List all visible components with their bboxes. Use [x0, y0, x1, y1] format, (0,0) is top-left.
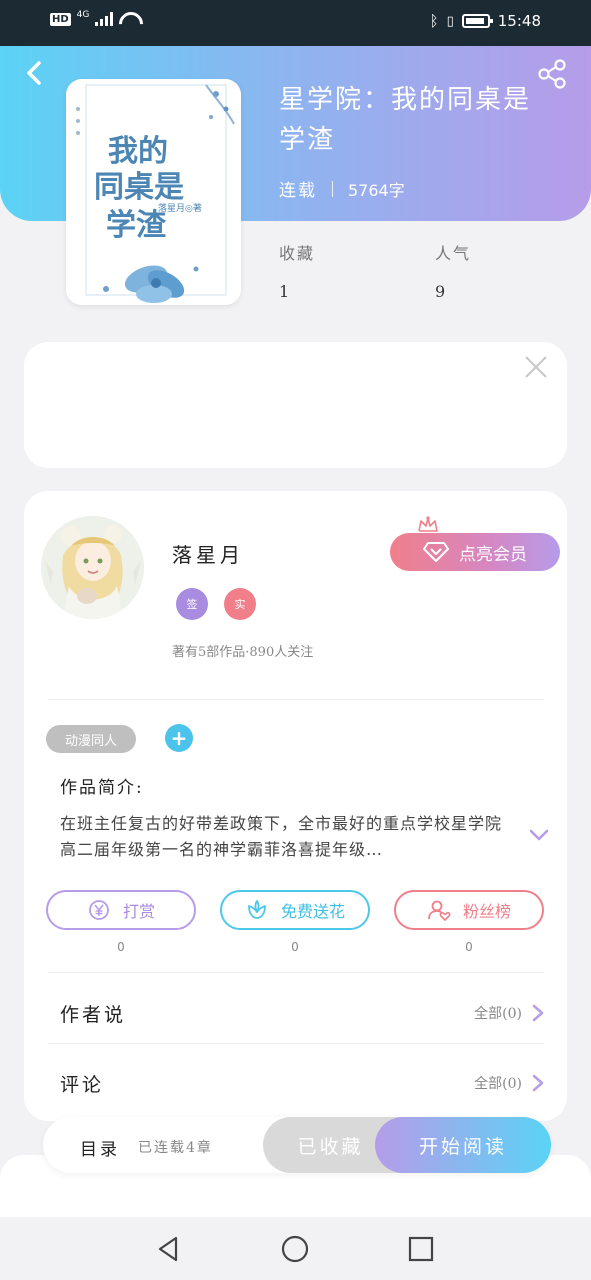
book-word-count: 5764字 — [348, 180, 405, 200]
network-type: 4G — [76, 10, 90, 20]
reward-label: 打赏 — [122, 902, 155, 921]
add-tag-button[interactable]: + — [165, 724, 193, 752]
avatar-image — [41, 516, 144, 619]
wifi-icon — [119, 12, 137, 26]
ad-card — [24, 342, 567, 468]
stat-popularity: 人气 9 — [435, 240, 471, 301]
divider — [48, 699, 544, 700]
comments-count: 全部(0) — [474, 1076, 522, 1092]
bluetooth-icon: ᛒ — [429, 12, 439, 30]
fan-user-icon — [428, 900, 451, 921]
divider — [48, 1043, 544, 1044]
chevron-left-icon — [27, 61, 41, 85]
fan-ranking-button[interactable]: 粉丝榜 — [394, 890, 544, 930]
battery-icon — [461, 14, 493, 28]
vip-button[interactable]: 点亮会员 — [390, 533, 560, 571]
author-notes-row[interactable]: 作者说 全部(0) — [60, 993, 544, 1033]
nav-recent-button[interactable] — [406, 1234, 436, 1264]
nav-home-icon — [281, 1235, 309, 1263]
tag-chip[interactable]: 动漫同人 — [46, 725, 136, 753]
back-button[interactable] — [20, 58, 50, 88]
flower-count: 0 — [291, 940, 299, 954]
collected-label: 已收藏 — [297, 1135, 364, 1158]
stat-favorites-label: 收藏 — [279, 244, 316, 263]
nav-back-icon — [158, 1236, 178, 1262]
author-name[interactable]: 落星月 — [172, 539, 244, 568]
reward-button[interactable]: 打赏 — [46, 890, 196, 930]
author-stats: 著有5部作品·890人关注 — [172, 645, 314, 660]
nav-back-button[interactable] — [154, 1234, 184, 1264]
vip-button-label: 点亮会员 — [459, 544, 527, 565]
stat-favorites-value: 1 — [279, 282, 290, 301]
vibrate-icon: ▯ — [446, 13, 454, 29]
expand-intro-button[interactable] — [528, 827, 550, 843]
author-notes-count: 全部(0) — [474, 1006, 522, 1022]
author-notes-title: 作者说 — [60, 1003, 127, 1026]
cover-author: 落星月◎著 — [158, 202, 202, 214]
start-reading-button[interactable]: 开始阅读 — [375, 1117, 551, 1173]
signal-icon — [95, 12, 114, 26]
verified-badge: 实 — [224, 588, 256, 620]
chevron-right-icon — [532, 1004, 544, 1022]
fans-count: 0 — [465, 940, 473, 954]
flower-icon — [248, 900, 266, 919]
book-meta: 连载 5764字 — [279, 176, 405, 201]
status-right: ᛒ ▯ 15:48 — [430, 12, 541, 30]
reward-count: 0 — [117, 940, 125, 954]
status-left: HD 4G — [50, 10, 137, 26]
intro-heading: 作品简介: — [60, 778, 144, 798]
stat-popularity-value: 9 — [435, 282, 446, 301]
hd-indicator: HD — [50, 12, 71, 26]
clock: 15:48 — [497, 12, 541, 30]
chapter-count: 已连载4章 — [138, 1140, 213, 1156]
author-avatar[interactable] — [41, 516, 144, 619]
send-flower-label: 免费送花 — [280, 902, 345, 921]
bottom-action-bar: 目录 已连载4章 已收藏 开始阅读 — [43, 1117, 551, 1173]
intro-text: 在班主任复古的好带差政策下，全市最好的重点学校星学院高二届年级第一名的神学霸菲洛… — [60, 814, 503, 859]
cover-title-line1: 我的 — [108, 134, 168, 169]
chevron-right-icon — [532, 1074, 544, 1092]
send-flower-button[interactable]: 免费送花 — [220, 890, 370, 930]
stat-popularity-label: 人气 — [435, 244, 472, 263]
book-title: 星学院：我的同桌是学渣 — [279, 85, 532, 155]
system-nav-bar — [0, 1217, 591, 1280]
book-cover[interactable]: 我的 同桌是 学渣 落星月◎著 — [66, 79, 241, 305]
diamond-icon — [423, 542, 449, 562]
close-icon — [525, 356, 547, 378]
book-status: 连载 — [279, 181, 317, 201]
author-notes-all: 全部(0) — [474, 1003, 544, 1023]
cover-title-line2: 同桌是 — [94, 170, 184, 205]
comments-row[interactable]: 评论 全部(0) — [60, 1063, 544, 1103]
toc-button[interactable]: 目录 — [80, 1135, 120, 1160]
book-cover-art: 我的 同桌是 学渣 落星月◎著 — [66, 79, 241, 305]
crown-icon — [418, 516, 438, 532]
author-card: 落星月 签 实 著有5部作品·890人关注 点亮会员 动漫同人 + 作品简介: … — [24, 491, 567, 1121]
fan-ranking-label: 粉丝榜 — [462, 902, 511, 921]
signed-badge: 签 — [176, 588, 208, 620]
comments-title: 评论 — [60, 1073, 105, 1096]
nav-recent-icon — [408, 1236, 434, 1262]
meta-divider — [332, 180, 333, 197]
chevron-down-icon — [529, 829, 549, 841]
start-reading-label: 开始阅读 — [418, 1135, 507, 1158]
comments-all: 全部(0) — [474, 1073, 544, 1093]
nav-home-button[interactable] — [280, 1234, 310, 1264]
divider — [48, 972, 544, 973]
yen-coin-icon — [89, 900, 109, 920]
ad-close-button[interactable] — [523, 354, 549, 380]
stat-favorites: 收藏 1 — [279, 240, 315, 301]
status-bar: HD 4G ᛒ ▯ 15:48 — [0, 0, 591, 46]
